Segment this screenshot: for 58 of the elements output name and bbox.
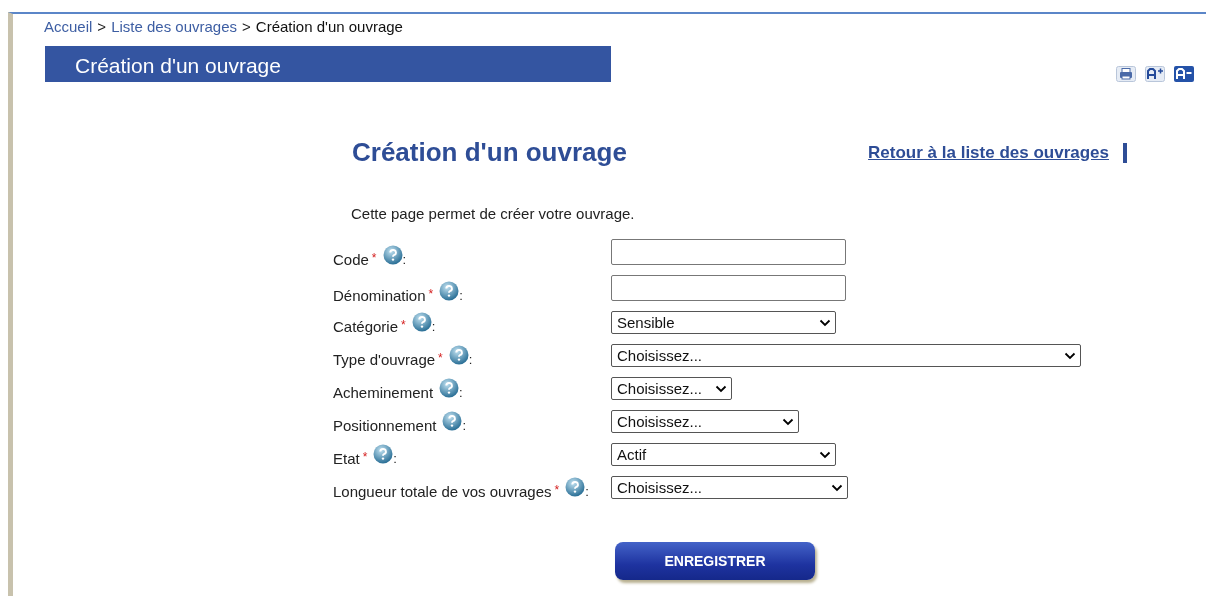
help-icon[interactable] (439, 378, 460, 398)
text-field[interactable] (611, 275, 846, 301)
required-mark: * (438, 351, 443, 365)
dropdown[interactable]: Choisissez... (611, 410, 799, 433)
label-colon: : (462, 418, 467, 433)
dropdown[interactable]: Actif (611, 443, 836, 466)
label-colon: : (459, 287, 463, 303)
chevron-icon (819, 318, 831, 327)
label-colon: : (468, 352, 473, 367)
label-colon: : (431, 319, 436, 334)
required-mark: * (554, 483, 560, 497)
required-mark: * (371, 250, 377, 265)
help-icon[interactable] (439, 280, 460, 301)
banner-title: Création d'un ouvrage (75, 54, 281, 77)
decrease-text-icon[interactable] (1174, 66, 1194, 82)
required-mark: * (362, 450, 368, 464)
field-label: Code (333, 250, 369, 268)
increase-text-icon[interactable] (1145, 66, 1165, 82)
link-marker (1123, 142, 1127, 163)
help-icon[interactable] (373, 444, 394, 464)
field-label: Dénomination (333, 286, 426, 304)
help-icon[interactable] (442, 411, 463, 431)
label-colon: : (402, 251, 407, 267)
field-label: Longueur totale de vos ouvrages (333, 483, 552, 500)
dropdown[interactable]: Choisissez... (611, 476, 848, 499)
print-icon[interactable] (1116, 66, 1136, 82)
save-button[interactable]: ENREGISTRER (615, 542, 815, 580)
field-label: Positionnement (333, 417, 437, 434)
page-title: Création d'un ouvrage (352, 137, 627, 168)
chevron-icon (715, 384, 727, 393)
breadcrumb-separator: > (242, 18, 251, 35)
field-label: Catégorie (333, 318, 399, 335)
field-label: Etat (333, 450, 360, 467)
help-icon[interactable] (411, 312, 432, 332)
label-colon: : (459, 385, 463, 400)
label-colon: : (393, 451, 397, 466)
text-field[interactable] (611, 239, 846, 265)
field-label: Acheminement (333, 384, 434, 401)
required-mark: * (401, 318, 406, 332)
help-icon[interactable] (448, 345, 469, 365)
dropdown[interactable]: Choisissez... (611, 344, 1081, 367)
breadcrumb-separator: > (97, 18, 107, 35)
breadcrumb-current: Création d'un ouvrage (255, 18, 403, 35)
help-icon[interactable] (382, 244, 403, 265)
chevron-icon (831, 483, 843, 492)
chevron-icon (819, 450, 831, 459)
breadcrumb-link[interactable]: Liste des ouvrages (111, 18, 238, 35)
intro-text: Cette page permet de créer votre ouvrage. (351, 205, 636, 222)
breadcrumb-link[interactable]: Accueil (44, 18, 93, 35)
chevron-icon (782, 417, 794, 426)
field-label: Type d'ouvrage (333, 351, 436, 368)
back-link[interactable]: Retour à la liste des ouvrages (868, 142, 1109, 163)
help-icon[interactable] (565, 477, 586, 497)
label-colon: : (585, 484, 589, 499)
dropdown[interactable]: Choisissez... (611, 377, 732, 400)
chevron-icon (1064, 351, 1076, 360)
required-mark: * (428, 286, 434, 301)
dropdown[interactable]: Sensible (611, 311, 836, 334)
